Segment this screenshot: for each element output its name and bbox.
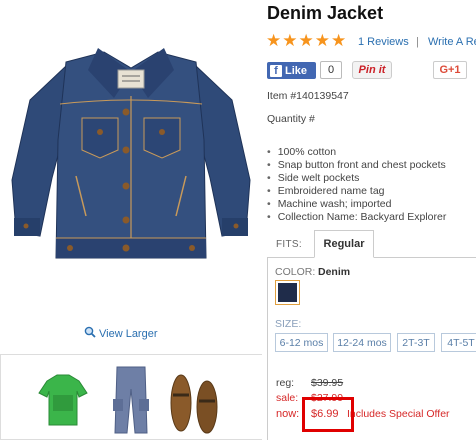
price-highlight-box bbox=[302, 397, 354, 432]
color-label: COLOR: bbox=[275, 266, 316, 278]
swatch-fill bbox=[278, 283, 297, 302]
magnifier-icon bbox=[84, 326, 96, 341]
pinterest-pinit-button[interactable]: Pin it bbox=[352, 61, 392, 79]
feature-item: Collection Name: Backyard Explorer bbox=[267, 211, 447, 224]
feature-item: Snap button front and chest pockets bbox=[267, 159, 446, 172]
view-larger-link[interactable]: View Larger bbox=[84, 326, 158, 341]
star-icon: ★ bbox=[282, 31, 298, 50]
feature-item: Embroidered name tag bbox=[267, 185, 446, 198]
special-offer-note: Includes Special Offer bbox=[347, 408, 450, 420]
star-icon: ★ bbox=[266, 31, 282, 50]
google-plus-button[interactable]: G+1 bbox=[433, 61, 467, 79]
thumbnail-sandals[interactable] bbox=[165, 363, 225, 435]
feature-item: 100% cotton bbox=[267, 146, 446, 159]
reg-price: $39.95 bbox=[311, 377, 344, 389]
reviews-link[interactable]: 1 Reviews bbox=[358, 36, 409, 48]
color-value: Denim bbox=[318, 266, 351, 278]
review-separator: | bbox=[416, 36, 419, 48]
sale-price-label: sale: bbox=[276, 392, 299, 404]
like-label: Like bbox=[285, 64, 308, 77]
thumbnail-green-shirt[interactable] bbox=[33, 363, 93, 435]
facebook-like-button[interactable]: f Like bbox=[267, 62, 316, 79]
rating-stars[interactable]: ★ ★ ★ ★ ★ bbox=[266, 32, 346, 49]
view-larger-label: View Larger bbox=[99, 327, 158, 340]
like-count: 0 bbox=[320, 61, 342, 79]
size-option-2t-3t[interactable]: 2T-3T bbox=[397, 333, 435, 352]
feature-item: Machine wash; imported bbox=[267, 198, 446, 211]
size-option-6-12-mos[interactable]: 6-12 mos bbox=[275, 333, 328, 352]
product-title: Denim Jacket bbox=[267, 3, 384, 23]
thumbnail-cargo-pants[interactable] bbox=[101, 363, 161, 435]
star-icon: ★ bbox=[314, 31, 330, 50]
write-review-link[interactable]: Write A Re bbox=[428, 36, 476, 48]
star-icon: ★ bbox=[298, 31, 314, 50]
size-option-12-24-mos[interactable]: 12-24 mos bbox=[333, 333, 391, 352]
feature-item: Side welt pockets bbox=[267, 172, 446, 185]
fits-label: FITS: bbox=[276, 239, 302, 250]
size-label: SIZE: bbox=[275, 318, 302, 330]
product-main-image[interactable] bbox=[0, 0, 262, 320]
quantity-label: Quantity # bbox=[267, 113, 315, 125]
color-swatch-denim[interactable] bbox=[275, 280, 300, 305]
size-option-4t-5t[interactable]: 4T-5T bbox=[441, 333, 476, 352]
facebook-icon: f bbox=[270, 64, 282, 77]
now-price-label: now: bbox=[276, 408, 300, 420]
star-icon: ★ bbox=[331, 31, 347, 50]
reg-price-label: reg: bbox=[276, 377, 295, 389]
thumbnail-strip bbox=[0, 354, 262, 440]
feature-list: 100% cotton Snap button front and chest … bbox=[267, 146, 447, 224]
item-number: Item #140139547 bbox=[267, 90, 349, 102]
tab-regular[interactable]: Regular bbox=[314, 230, 374, 258]
